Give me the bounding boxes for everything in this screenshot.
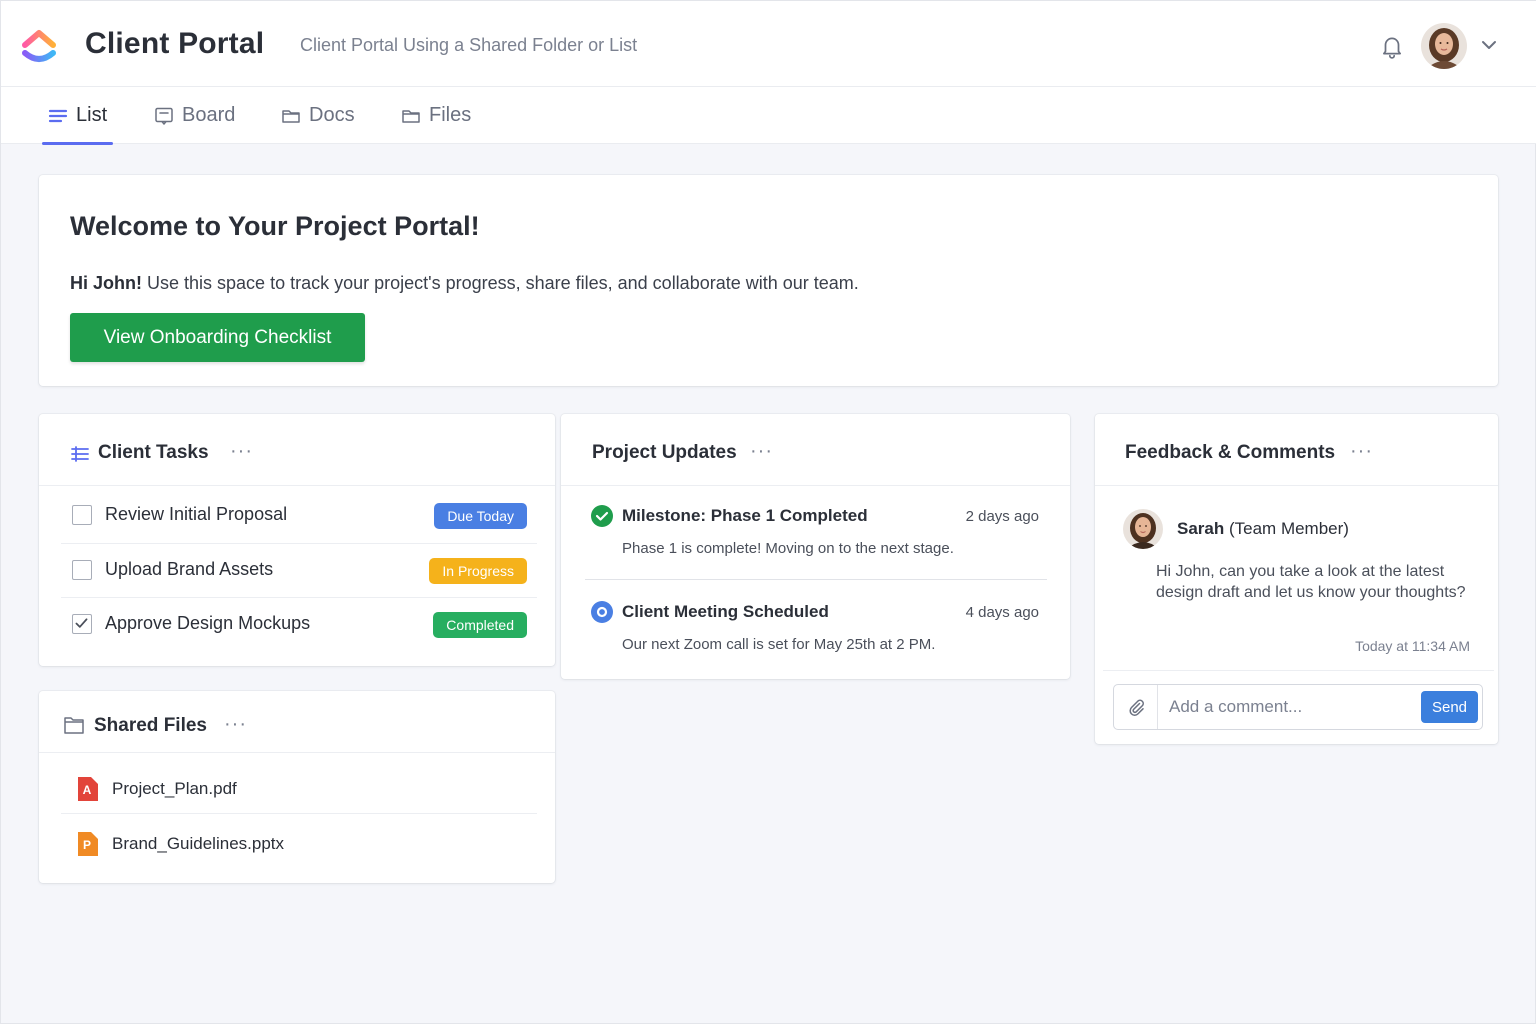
check-circle-icon (591, 505, 613, 527)
app-logo[interactable] (19, 25, 59, 67)
task-list-icon (71, 446, 89, 462)
project-updates-card: Project Updates ··· Milestone: Phase 1 C… (561, 414, 1070, 679)
file-icon-letter: A (83, 783, 92, 797)
card-header: Project Updates ··· (561, 414, 1070, 486)
comment-input[interactable] (1169, 694, 1414, 720)
tab-list[interactable]: List (41, 87, 114, 145)
card-header: Feedback & Comments ··· (1095, 414, 1498, 486)
folder-icon (282, 109, 300, 123)
task-row[interactable]: Upload Brand Assets In Progress (61, 543, 537, 597)
view-tabs: List Board Docs Files (1, 87, 1536, 145)
file-name: Project_Plan.pdf (112, 779, 237, 798)
tab-label: Board (182, 104, 236, 126)
file-icon-letter: P (83, 838, 91, 852)
more-options-icon[interactable]: ··· (230, 440, 253, 463)
tab-label: Docs (309, 104, 355, 126)
client-tasks-title: Client Tasks (98, 442, 209, 463)
tab-docs[interactable]: Docs (281, 87, 355, 144)
project-updates-title: Project Updates (592, 442, 737, 463)
update-item: Milestone: Phase 1 Completed 2 days ago … (585, 488, 1047, 578)
shared-files-card: Shared Files ··· A Project_Plan.pdf P Br… (39, 691, 555, 883)
row-divider (1103, 670, 1494, 671)
list-icon (48, 109, 68, 122)
app-subtitle: Client Portal Using a Shared Folder or L… (300, 35, 638, 55)
welcome-text: Use this space to track your project's p… (147, 273, 859, 293)
attachment-button[interactable] (1114, 685, 1158, 729)
shared-files-title: Shared Files (94, 715, 207, 736)
task-label: Approve Design Mockups (105, 613, 311, 633)
paperclip-icon (1128, 699, 1144, 716)
tab-label: List (76, 104, 108, 126)
update-text: Our next Zoom call is set for May 25th a… (622, 636, 936, 653)
task-row[interactable]: Approve Design Mockups Completed (61, 597, 537, 651)
welcome-card: Welcome to Your Project Portal! Hi John!… (39, 175, 1498, 386)
update-text: Phase 1 is complete! Moving on to the ne… (622, 540, 954, 557)
folder-icon (64, 717, 84, 734)
update-item: Client Meeting Scheduled 4 days ago Our … (585, 584, 1047, 674)
task-label: Review Initial Proposal (105, 504, 288, 524)
status-badge: In Progress (429, 558, 527, 584)
row-divider (585, 579, 1047, 580)
feedback-title: Feedback & Comments (1125, 442, 1336, 463)
pptx-file-icon: P (76, 832, 98, 856)
more-options-icon[interactable]: ··· (750, 440, 773, 463)
card-header: Shared Files ··· (39, 691, 555, 753)
feedback-comments-card: Feedback & Comments ··· Sarah (Team Memb… (1095, 414, 1498, 744)
update-time: 2 days ago (965, 508, 1039, 525)
top-header: Client Portal Client Portal Using a Shar… (1, 1, 1536, 87)
pdf-file-icon: A (76, 777, 98, 801)
file-name: Brand_Guidelines.pptx (112, 834, 285, 853)
card-header: Client Tasks ··· (39, 414, 555, 486)
client-tasks-card: Client Tasks ··· Review Initial Proposal… (39, 414, 555, 666)
chevron-down-icon[interactable] (1479, 35, 1499, 55)
status-badge: Completed (433, 612, 527, 638)
file-row[interactable]: P Brand_Guidelines.pptx (61, 818, 537, 872)
comment-author: Sarah (Team Member) (1177, 519, 1349, 539)
author-name: Sarah (1177, 519, 1225, 538)
welcome-message: Hi John! Use this space to track your pr… (70, 273, 859, 294)
comment-text: Hi John, can you take a look at the late… (1156, 563, 1466, 601)
avatar (1123, 509, 1163, 549)
user-avatar[interactable] (1421, 23, 1467, 69)
task-row[interactable]: Review Initial Proposal Due Today (61, 488, 537, 542)
task-checkbox[interactable] (72, 560, 92, 580)
checkmark-icon (75, 618, 88, 628)
welcome-title: Welcome to Your Project Portal! (70, 211, 480, 241)
update-time: 4 days ago (965, 604, 1039, 621)
board-icon (155, 107, 173, 125)
send-button[interactable]: Send (1421, 691, 1478, 723)
bell-icon[interactable] (1379, 33, 1405, 59)
comment-time: Today at 11:34 AM (1355, 638, 1470, 654)
author-role: (Team Member) (1228, 519, 1349, 538)
view-onboarding-checklist-button[interactable]: View Onboarding Checklist (70, 313, 365, 362)
task-label: Upload Brand Assets (105, 559, 274, 579)
tab-board[interactable]: Board (154, 87, 235, 144)
folder-icon (402, 109, 420, 123)
tab-label: Files (429, 104, 472, 126)
task-checkbox-checked[interactable] (72, 614, 92, 634)
status-badge: Due Today (434, 503, 527, 529)
update-title: Milestone: Phase 1 Completed (622, 506, 868, 525)
task-checkbox[interactable] (72, 505, 92, 525)
app-window: Client Portal Client Portal Using a Shar… (0, 0, 1536, 1024)
scheduled-circle-icon (591, 601, 613, 623)
more-options-icon[interactable]: ··· (224, 713, 247, 736)
row-divider (61, 813, 537, 814)
file-row[interactable]: A Project_Plan.pdf (61, 763, 537, 817)
app-title: Client Portal (85, 27, 265, 60)
comment-composer: Send (1113, 684, 1483, 730)
greeting-name: Hi John! (70, 273, 142, 293)
tab-files[interactable]: Files (401, 87, 471, 144)
more-options-icon[interactable]: ··· (1350, 440, 1373, 463)
update-title: Client Meeting Scheduled (622, 602, 829, 621)
